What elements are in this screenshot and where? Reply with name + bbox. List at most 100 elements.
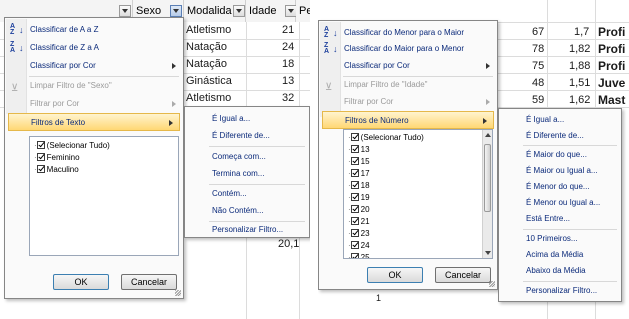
modalidade-filter-dropdown-button[interactable] [233,5,245,17]
cell-idade-5[interactable]: 59 [532,92,544,109]
number-filters-item[interactable]: Filtros de Número [322,111,494,129]
custom-filter-item[interactable]: Personalizar Filtro... [500,282,620,299]
cell-altura-3[interactable]: 1,88 [569,58,590,75]
left-screenshot: Sexo Modalida Idade Pe Atletismo Natação… [0,0,310,319]
scroll-down-icon[interactable] [485,251,491,255]
equals-item[interactable]: É Igual a... [186,110,308,127]
sort-by-color-label: Classificar por Cor [344,61,410,70]
list-item[interactable]: · 18 [348,180,370,192]
sort-a-to-z-item[interactable]: A Z ↓ Classificar de A a Z [6,21,182,39]
cell-profissao-4[interactable]: Juve [598,75,625,92]
list-item[interactable]: · 15 [348,156,370,168]
does-not-contain-label: Não Contém... [212,206,264,215]
below-average-item[interactable]: Abaixo da Média [500,262,620,279]
filter-by-color-item[interactable]: Filtrar por Cor [6,95,182,113]
text-filters-item[interactable]: Filtros de Texto [8,113,180,131]
list-item[interactable]: · 21 [348,216,370,228]
cell-idade-4[interactable]: 13 [282,73,294,90]
cell-idade-2[interactable]: 78 [532,41,544,58]
cell-idade-1[interactable]: 67 [532,24,544,41]
cell-idade-3[interactable]: 18 [282,56,294,73]
sort-by-color-item[interactable]: Classificar por Cor [6,57,182,75]
list-item[interactable]: · 24 [348,240,370,252]
submenu-arrow-icon [169,120,173,126]
does-not-contain-item[interactable]: Não Contém... [186,202,308,219]
cell-idade-1[interactable]: 21 [282,22,294,39]
list-item[interactable]: · 13 [348,144,370,156]
greater-or-equal-item[interactable]: É Maior ou Igual a... [500,162,620,179]
cell-altura-4[interactable]: 1,51 [569,75,590,92]
cell-idade-4[interactable]: 48 [532,75,544,92]
cell-modalidade-5[interactable]: Atletismo [186,90,231,107]
less-or-equal-label: É Menor ou Igual a... [526,198,601,207]
number-filters-label: Filtros de Número [345,116,409,125]
checkbox-checked-icon [350,229,359,237]
resize-grip-icon[interactable] [489,281,495,287]
resize-grip-icon[interactable] [175,290,181,296]
cell-idade-2[interactable]: 24 [282,39,294,56]
less-or-equal-item[interactable]: É Menor ou Igual a... [500,194,620,211]
list-item[interactable]: · 20 [348,204,370,216]
values-checklist[interactable]: · (Selecionar Tudo) · 13 · 15 · 17 · 18 · 19 ·… [343,129,493,259]
sexo-filter-dropdown-button[interactable] [170,5,182,17]
ok-button[interactable]: OK [53,274,109,290]
list-item[interactable]: · Maculino [34,164,79,176]
filter-dropdown-button[interactable] [119,5,131,17]
custom-filter-item[interactable]: Personalizar Filtro... [186,221,308,238]
list-item-label: 19 [360,193,370,202]
cell-altura-1[interactable]: 1,7 [574,24,589,41]
scroll-up-icon[interactable] [485,133,491,137]
cell-altura-2[interactable]: 1,82 [569,41,590,58]
clear-filter-item[interactable]: ⊻ Limpar Filtro de "Idade" [320,76,496,94]
cell-modalidade-4[interactable]: Ginástica [186,73,232,90]
clear-filter-item[interactable]: ⊻ Limpar Filtro de "Sexo" [6,77,182,95]
list-item[interactable]: · 19 [348,192,370,204]
list-item-label: 18 [360,181,370,190]
less-than-item[interactable]: É Menor do que... [500,178,620,195]
cell-profissao-5[interactable]: Mast [598,92,625,109]
sort-by-color-item[interactable]: Classificar por Cor [320,57,496,75]
sort-by-color-label: Classificar por Cor [30,61,96,70]
not-equals-item[interactable]: É Diferente de... [500,127,620,144]
cell-extra-value[interactable]: 20,1 [278,236,299,253]
ends-with-item[interactable]: Termina com... [186,165,308,182]
sort-descending-item[interactable]: Z A ↓ Classificar do Maior para o Menor [320,40,496,58]
cell-altura-5[interactable]: 1,62 [569,92,590,109]
list-item[interactable]: · 23 [348,228,370,240]
cell-profissao-2[interactable]: Profi [598,41,625,58]
cancel-button[interactable]: Cancelar [121,274,177,290]
list-item[interactable]: · (Selecionar Tudo) [34,140,110,152]
cell-idade-3[interactable]: 75 [532,58,544,75]
cancel-button[interactable]: Cancelar [435,267,491,283]
list-item[interactable]: · 17 [348,168,370,180]
cell-modalidade-2[interactable]: Natação [186,39,227,56]
not-equals-item[interactable]: É Diferente de... [186,127,308,144]
contains-item[interactable]: Contém... [186,185,308,202]
filter-by-color-label: Filtrar por Cor [30,99,80,108]
list-item[interactable]: · 25 [348,252,370,258]
above-average-item[interactable]: Acima da Média [500,246,620,263]
checkbox-checked-icon [36,141,45,149]
cell-modalidade-1[interactable]: Atletismo [186,22,231,39]
cell-profissao-3[interactable]: Profi [598,58,625,75]
sort-z-to-a-item[interactable]: Z A ↓ Classificar de Z a A [6,39,182,57]
greater-than-item[interactable]: É Maior do que... [500,146,620,163]
list-scrollbar[interactable] [482,130,492,258]
values-checklist[interactable]: · (Selecionar Tudo) · Feminino · Maculino [29,136,179,256]
cell-idade-5[interactable]: 32 [282,90,294,107]
equals-item[interactable]: É Igual a... [500,111,620,128]
top-10-item[interactable]: 10 Primeiros... [500,230,620,247]
filter-by-color-item[interactable]: Filtrar por Cor [320,93,496,111]
cell-profissao-1[interactable]: Profi [598,24,625,41]
cell-below-menu[interactable]: 1 [376,290,381,307]
scroll-thumb[interactable] [484,144,491,212]
ok-button[interactable]: OK [367,267,423,283]
begins-with-item[interactable]: Começa com... [186,148,308,165]
between-item[interactable]: Está Entre... [500,210,620,227]
filter-by-color-label: Filtrar por Cor [344,97,394,106]
cell-modalidade-3[interactable]: Natação [186,56,227,73]
list-item[interactable]: · (Selecionar Tudo) [348,132,424,144]
sort-ascending-label: Classificar do Menor para o Maior [344,28,465,37]
list-item-label: (Selecionar Tudo) [46,141,110,150]
list-item[interactable]: · Feminino [34,152,80,164]
